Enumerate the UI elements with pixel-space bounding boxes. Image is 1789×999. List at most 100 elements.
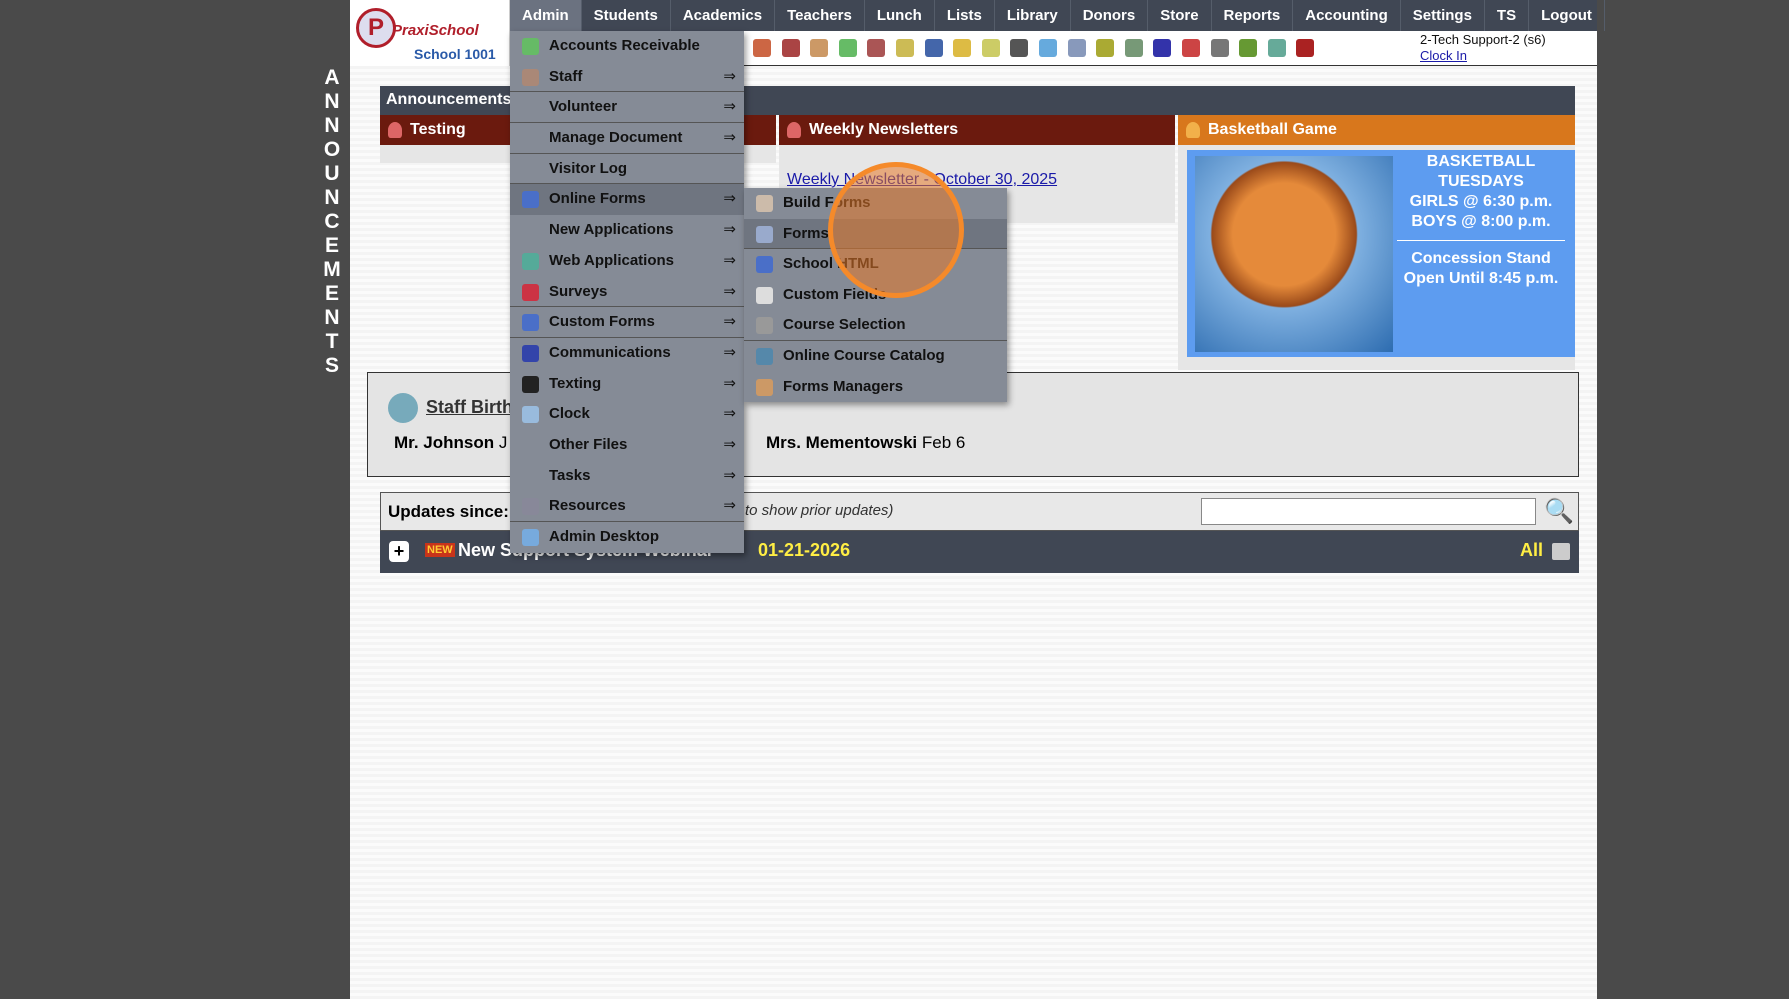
toolbar-shortcut-icon[interactable]	[924, 39, 943, 57]
updates-hint: to show prior updates)	[745, 502, 894, 519]
nav-store[interactable]: Store	[1148, 0, 1212, 31]
menu-item-icon	[756, 195, 773, 212]
toolbar-shortcut-icon[interactable]	[896, 39, 914, 57]
news-date: 01-21-2026	[758, 540, 851, 560]
new-badge: NEW	[425, 543, 455, 557]
menu-item-icon	[522, 375, 539, 393]
menu-item-manage-document[interactable]: Manage Document ⇒	[510, 123, 744, 154]
submenu-arrow-icon: ⇒	[723, 466, 736, 484]
search-icon[interactable]: 🔍	[1544, 497, 1574, 526]
pin-icon	[787, 122, 801, 138]
menu-item-forms-managers[interactable]: Forms Managers	[744, 372, 1007, 403]
submenu-arrow-icon: ⇒	[723, 282, 736, 300]
toolbar-shortcut-icon[interactable]	[838, 39, 857, 57]
menu-item-communications[interactable]: Communications ⇒	[510, 338, 744, 369]
nav-teachers[interactable]: Teachers	[775, 0, 865, 31]
toolbar-shortcut-icon[interactable]	[867, 39, 886, 57]
print-icon[interactable]	[1552, 543, 1570, 560]
menu-item-icon	[522, 252, 539, 270]
logo[interactable]: P PraxiSchool School 1001	[350, 0, 510, 66]
toolbar-shortcut-icon[interactable]	[753, 39, 771, 57]
submenu-arrow-icon: ⇒	[723, 497, 736, 515]
updates-search-input[interactable]	[1201, 498, 1536, 525]
menu-item-resources[interactable]: Resources ⇒	[510, 491, 744, 522]
toolbar-shortcut-icon[interactable]	[810, 39, 829, 57]
toolbar-shortcut-icon[interactable]	[953, 39, 972, 57]
toolbar-shortcut-icon[interactable]	[1067, 39, 1086, 57]
clock-in-link[interactable]: Clock In	[1420, 48, 1546, 64]
testing-title: Testing	[410, 121, 466, 138]
menu-item-web-applications[interactable]: Web Applications ⇒	[510, 246, 744, 277]
menu-item-label: Surveys	[549, 282, 608, 300]
menu-item-icon	[522, 498, 539, 516]
user-info: 2-Tech Support-2 (s6) Clock In	[1420, 32, 1546, 64]
pin-icon	[388, 122, 402, 138]
submenu-arrow-icon: ⇒	[723, 67, 736, 85]
toolbar-shortcut-icon[interactable]	[1124, 39, 1143, 57]
menu-item-texting[interactable]: Texting ⇒	[510, 369, 744, 400]
logo-icon: P	[356, 8, 396, 48]
toolbar-shortcut-icon[interactable]	[981, 39, 1000, 57]
toolbar-shortcut-icon[interactable]	[1210, 39, 1229, 57]
nav-academics[interactable]: Academics	[671, 0, 776, 31]
menu-item-label: Online Forms	[549, 190, 646, 208]
toolbar-shortcut-icon[interactable]	[1153, 39, 1172, 57]
submenu-arrow-icon: ⇒	[723, 129, 736, 147]
menu-item-clock[interactable]: Clock ⇒	[510, 399, 744, 430]
menu-item-new-applications[interactable]: New Applications ⇒	[510, 215, 744, 246]
expand-icon[interactable]: +	[389, 541, 409, 562]
nav-lists[interactable]: Lists	[935, 0, 995, 31]
pin-icon	[1186, 122, 1200, 138]
menu-item-icon	[522, 191, 539, 209]
nav-ts[interactable]: TS	[1485, 0, 1530, 31]
menu-item-online-course-catalog[interactable]: Online Course Catalog	[744, 341, 1007, 372]
nav-admin[interactable]: Admin	[510, 0, 582, 31]
nav-accounting[interactable]: Accounting	[1293, 0, 1401, 31]
school-name: School 1001	[414, 46, 496, 62]
menu-item-label: Online Course Catalog	[783, 346, 945, 364]
menu-item-other-files[interactable]: Other Files ⇒	[510, 430, 744, 461]
menu-item-custom-forms[interactable]: Custom Forms ⇒	[510, 307, 744, 338]
announcements-vertical-label: ANNOUNCEMENTS	[323, 66, 341, 377]
toolbar-shortcut-icon[interactable]	[1096, 39, 1115, 57]
nav-reports[interactable]: Reports	[1212, 0, 1294, 31]
toolbar-shortcut-icon[interactable]	[1267, 39, 1286, 57]
nav-library[interactable]: Library	[995, 0, 1071, 31]
menu-item-label: Admin Desktop	[549, 528, 660, 545]
menu-item-staff[interactable]: Staff ⇒	[510, 62, 744, 93]
menu-item-visitor-log[interactable]: Visitor Log	[510, 154, 744, 185]
toolbar-shortcut-icon[interactable]	[1010, 39, 1029, 57]
nav-lunch[interactable]: Lunch	[865, 0, 935, 31]
all-link[interactable]: All	[1520, 540, 1543, 561]
toolbar-shortcut-icon[interactable]	[1296, 39, 1315, 57]
menu-item-label: Course Selection	[783, 316, 906, 334]
submenu-arrow-icon: ⇒	[723, 343, 736, 361]
menu-item-icon	[522, 314, 539, 332]
menu-item-icon	[756, 256, 773, 274]
toolbar-shortcut-icon[interactable]	[1182, 39, 1200, 57]
main-menu: Admin Students Academics Teachers Lunch Lists…	[510, 0, 1605, 31]
menu-item-admin-desktop[interactable]: Admin Desktop	[510, 522, 744, 553]
nav-donors[interactable]: Donors	[1071, 0, 1149, 31]
menu-item-icon	[522, 344, 539, 362]
toolbar-shortcut-icon[interactable]	[1239, 39, 1258, 57]
menu-item-accounts-receivable[interactable]: Accounts Receivable	[510, 31, 744, 62]
submenu-arrow-icon: ⇒	[723, 374, 736, 392]
nav-settings[interactable]: Settings	[1401, 0, 1485, 31]
menu-item-label: New Applications	[549, 221, 674, 239]
menu-item-course-selection[interactable]: Course Selection	[744, 310, 1007, 341]
menu-item-icon	[522, 529, 539, 546]
toolbar-shortcut-icon[interactable]	[1039, 39, 1057, 57]
menu-item-icon	[756, 347, 773, 365]
menu-item-online-forms[interactable]: Online Forms ⇒	[510, 184, 744, 216]
menu-item-tasks[interactable]: Tasks ⇒	[510, 461, 744, 492]
nav-students[interactable]: Students	[582, 0, 671, 31]
toolbar-shortcut-icon[interactable]	[781, 39, 800, 57]
weekly-header: Weekly Newsletters	[779, 115, 1175, 145]
menu-item-label: Tasks	[549, 466, 591, 484]
menu-item-label: Texting	[549, 374, 602, 392]
menu-item-volunteer[interactable]: Volunteer ⇒	[510, 92, 744, 124]
menu-item-surveys[interactable]: Surveys ⇒	[510, 277, 744, 308]
nav-logout[interactable]: Logout	[1529, 0, 1605, 31]
basketball-flyer: BASKETBALL TUESDAYS GIRLS @ 6:30 p.m. BOYS …	[1187, 150, 1575, 357]
